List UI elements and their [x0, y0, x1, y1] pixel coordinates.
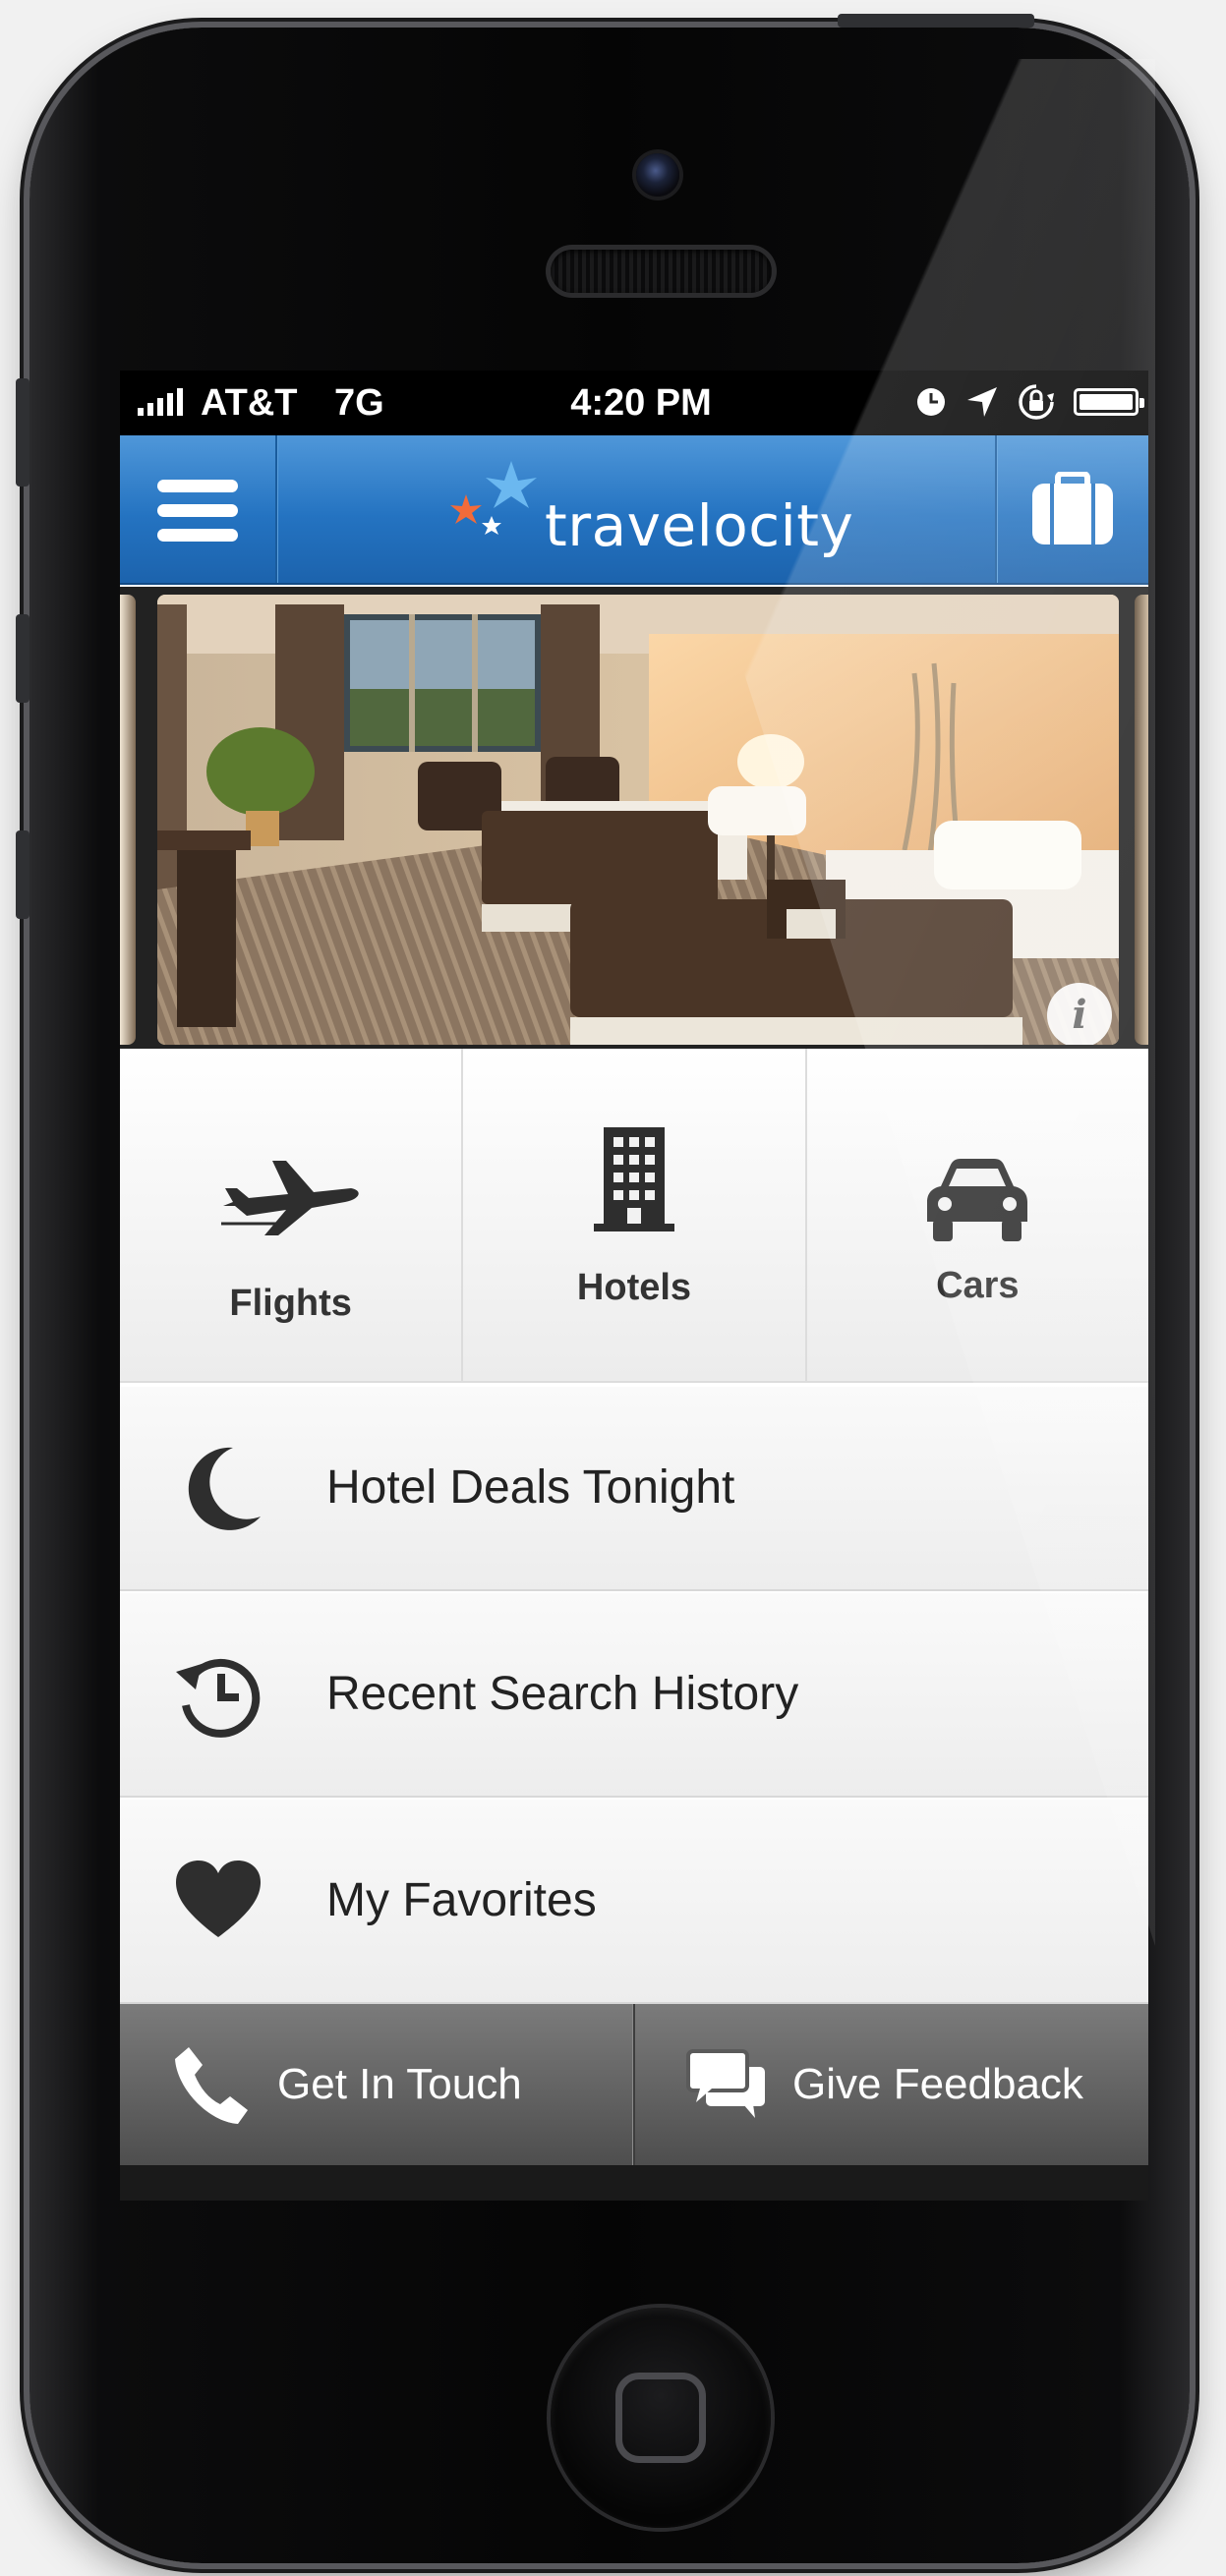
photo-carousel[interactable]: i	[120, 587, 1148, 1049]
hotel-room-photo[interactable]: i	[157, 595, 1119, 1045]
phone-icon	[175, 2047, 248, 2124]
give-feedback-button[interactable]: Give Feedback	[635, 2004, 1148, 2165]
hamburger-icon	[157, 480, 238, 492]
history-icon	[176, 1658, 261, 1738]
my-trips-button[interactable]	[995, 435, 1148, 583]
building-icon	[593, 1127, 674, 1231]
brand-stars-icon	[450, 461, 537, 535]
briefcase-icon	[1032, 472, 1113, 544]
signal-strength-icon	[138, 388, 183, 416]
list-item-label: My Favorites	[326, 1874, 597, 1926]
recent-search-history-item[interactable]: Recent Search History	[120, 1591, 1148, 1798]
mute-switch[interactable]	[16, 378, 29, 487]
rotation-lock-icon	[1019, 384, 1054, 420]
footer-label: Give Feedback	[792, 2060, 1083, 2108]
category-label: Flights	[229, 1283, 352, 1324]
carrier-name: AT&T	[201, 382, 298, 424]
app-header: travelocity	[120, 435, 1148, 585]
list-item-label: Recent Search History	[326, 1668, 799, 1720]
get-in-touch-button[interactable]: Get In Touch	[120, 2004, 635, 2165]
airplane-icon	[220, 1161, 359, 1235]
photo-info-button[interactable]: i	[1047, 983, 1112, 1045]
volume-down-button[interactable]	[16, 830, 29, 919]
footer-actions: Get In Touch Give Feedback	[120, 2004, 1148, 2165]
network-type: 7G	[334, 382, 384, 424]
category-flights[interactable]: Flights	[120, 1049, 464, 1381]
booking-categories: Flights Hotels Cars	[120, 1049, 1148, 1383]
hotel-deals-tonight-item[interactable]: Hotel Deals Tonight	[120, 1385, 1148, 1591]
battery-icon	[1074, 388, 1144, 416]
volume-up-button[interactable]	[16, 614, 29, 703]
footer-label: Get In Touch	[277, 2060, 522, 2108]
category-label: Hotels	[576, 1267, 692, 1308]
location-arrow-icon	[967, 387, 997, 417]
hotel-room-image	[157, 595, 1119, 1045]
earpiece-speaker	[551, 250, 772, 293]
status-bar: AT&T 7G 4:20 PM	[120, 371, 1148, 435]
category-cars[interactable]: Cars	[806, 1049, 1148, 1381]
home-button[interactable]	[551, 2308, 771, 2528]
list-item-label: Hotel Deals Tonight	[326, 1461, 735, 1514]
chat-bubbles-icon	[686, 2049, 765, 2118]
travelocity-logo: travelocity	[444, 449, 857, 567]
category-label: Cars	[936, 1265, 1020, 1306]
my-favorites-item[interactable]: My Favorites	[120, 1798, 1148, 2004]
quick-links-list: Hotel Deals Tonight Recent Search Histor…	[120, 1385, 1148, 2004]
screen-bottom-edge	[120, 2165, 1148, 2201]
front-camera	[636, 153, 679, 197]
menu-button[interactable]	[120, 435, 277, 583]
home-square-icon	[615, 2373, 706, 2463]
moon-icon	[188, 1447, 261, 1530]
heart-icon	[176, 1860, 261, 1937]
car-icon	[927, 1159, 1028, 1241]
brand-name: travelocity	[545, 492, 854, 559]
previous-slide-peek[interactable]	[120, 595, 136, 1045]
alarm-clock-icon	[917, 388, 945, 416]
category-hotels[interactable]: Hotels	[463, 1049, 807, 1381]
next-slide-peek[interactable]	[1135, 595, 1148, 1045]
app-screen: AT&T 7G 4:20 PM travelocity i Flights Ho…	[120, 371, 1148, 2201]
status-time: 4:20 PM	[570, 382, 712, 424]
power-button[interactable]	[838, 14, 1034, 28]
